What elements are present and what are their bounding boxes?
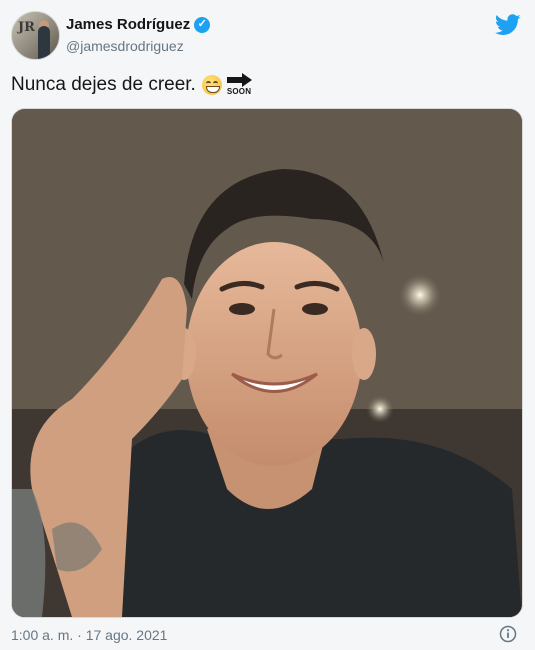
avatar-logo: JR [18, 20, 35, 35]
ceiling-light-2 [366, 395, 394, 423]
selfie-photo[interactable] [11, 108, 523, 618]
tweet-card: JR James Rodríguez ✓ @jamesdrodriguez Nu… [0, 0, 535, 650]
soon-label: SOON [226, 87, 252, 96]
soon-arrow-emoji: SOON [226, 73, 254, 97]
twitter-bird-icon[interactable] [495, 14, 521, 36]
ear-right [352, 328, 376, 380]
tweet-text-content: Nunca dejes de creer. [11, 74, 196, 95]
user-handle[interactable]: @jamesdrodriguez [66, 38, 184, 54]
avatar[interactable]: JR [11, 11, 60, 60]
ceiling-light-1 [398, 273, 442, 317]
avatar-figure-body [38, 26, 50, 59]
tweet-timestamp[interactable]: 1:00 a. m. · 17 ago. 2021 [11, 627, 167, 643]
name-row: James Rodríguez ✓ [66, 16, 211, 33]
display-name[interactable]: James Rodríguez [66, 16, 190, 33]
grinning-face-emoji [201, 75, 222, 95]
tweet-text: Nunca dejes de creer. SOON [11, 73, 254, 97]
info-icon[interactable] [499, 625, 517, 643]
verified-badge-icon: ✓ [194, 16, 211, 33]
face [186, 242, 362, 466]
